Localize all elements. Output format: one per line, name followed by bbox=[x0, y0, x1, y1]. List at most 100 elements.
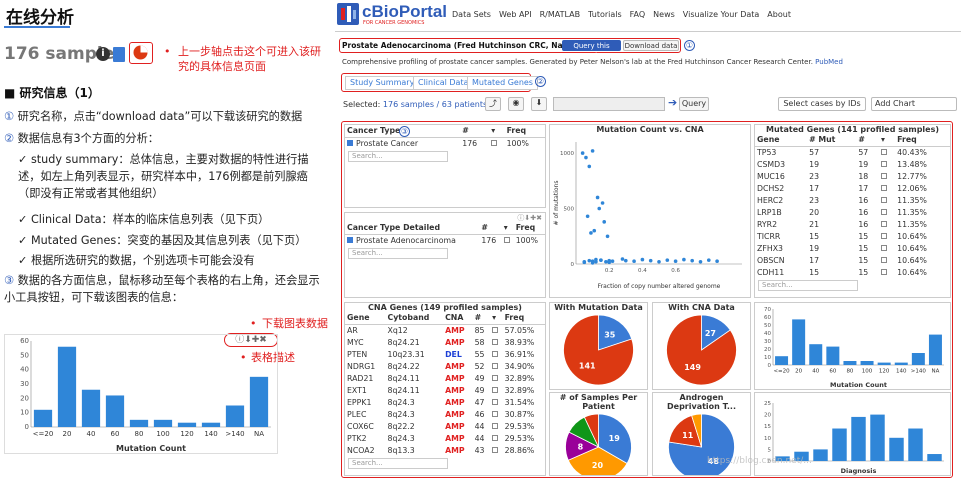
checkbox[interactable] bbox=[880, 256, 887, 263]
logo-text[interactable]: cBioPortal bbox=[362, 2, 447, 22]
arrow-right-icon[interactable]: ➔ bbox=[668, 96, 677, 109]
table-row[interactable]: PTK2 8q24.3 AMP 44 29.53% bbox=[345, 432, 545, 444]
table-row[interactable]: Prostate Cancer 176 100% bbox=[345, 137, 545, 149]
panel-tool-icons[interactable]: ⓘ⬇✚✖ bbox=[345, 213, 545, 222]
row-checkbox[interactable] bbox=[879, 158, 895, 170]
book-icon[interactable] bbox=[113, 47, 125, 62]
ct-header-2[interactable]: Freq bbox=[504, 125, 545, 138]
table-row[interactable]: PTEN 10q23.31 DEL 55 36.91% bbox=[345, 348, 545, 360]
checkbox[interactable] bbox=[880, 172, 887, 179]
mg-sort-icon[interactable]: ▾ bbox=[878, 134, 896, 147]
info-icon[interactable]: i bbox=[96, 47, 110, 61]
ctd-header-1[interactable]: # bbox=[479, 222, 502, 235]
nav-item-3[interactable]: Tutorials bbox=[588, 10, 622, 19]
row-checkbox[interactable] bbox=[879, 254, 895, 266]
row-checkbox[interactable] bbox=[489, 137, 504, 149]
tab-mutated-genes[interactable]: Mutated Genes bbox=[467, 76, 538, 90]
table-row[interactable]: TP53 57 57 40.43% bbox=[755, 146, 950, 158]
row-checkbox[interactable] bbox=[490, 348, 503, 360]
checkbox[interactable] bbox=[880, 220, 887, 227]
gene-query-input[interactable] bbox=[553, 97, 665, 111]
row-checkbox[interactable] bbox=[490, 360, 503, 372]
row-checkbox[interactable] bbox=[490, 324, 503, 336]
mg-header-3[interactable]: Freq bbox=[895, 134, 950, 147]
checkbox[interactable] bbox=[492, 362, 499, 369]
checkbox[interactable] bbox=[880, 184, 887, 191]
table-row[interactable]: MUC16 23 18 12.77% bbox=[755, 170, 950, 182]
table-row[interactable]: HERC2 23 16 11.35% bbox=[755, 194, 950, 206]
cna-header-4[interactable]: Freq bbox=[502, 312, 545, 325]
table-row[interactable]: EPPK1 8q24.3 AMP 47 31.54% bbox=[345, 396, 545, 408]
ctd-header-2[interactable]: Freq bbox=[513, 222, 545, 235]
cna-genes-search[interactable]: Search... bbox=[348, 458, 448, 469]
cancer-type-search[interactable]: Search... bbox=[348, 151, 448, 162]
mg-header-0[interactable]: Gene bbox=[755, 134, 808, 147]
ctd-header-0[interactable]: Cancer Type Detailed bbox=[345, 222, 480, 235]
cna-header-3[interactable]: # bbox=[472, 312, 491, 325]
row-checkbox[interactable] bbox=[879, 218, 895, 230]
nav-item-1[interactable]: Web API bbox=[499, 10, 532, 19]
row-checkbox[interactable] bbox=[490, 420, 503, 432]
row-checkbox[interactable] bbox=[502, 234, 514, 246]
tab-clinical-data[interactable]: Clinical Data bbox=[413, 76, 474, 90]
row-checkbox[interactable] bbox=[490, 384, 503, 396]
table-row[interactable]: NDRG1 8q24.22 AMP 52 34.90% bbox=[345, 360, 545, 372]
row-checkbox[interactable] bbox=[879, 230, 895, 242]
nav-item-6[interactable]: Visualize Your Data bbox=[683, 10, 760, 19]
row-checkbox[interactable] bbox=[879, 242, 895, 254]
checkbox[interactable] bbox=[492, 338, 499, 345]
checkbox[interactable] bbox=[492, 422, 499, 429]
ct-sort-icon[interactable]: ▾ bbox=[489, 125, 505, 138]
row-checkbox[interactable] bbox=[879, 170, 895, 182]
nav-item-4[interactable]: FAQ bbox=[630, 10, 646, 19]
mg-header-2[interactable]: # bbox=[856, 134, 879, 147]
cancer-type-detailed-search[interactable]: Search... bbox=[348, 248, 448, 259]
row-checkbox[interactable] bbox=[490, 432, 503, 444]
table-row[interactable]: OBSCN 17 15 10.64% bbox=[755, 254, 950, 266]
table-row[interactable]: PLEC 8q24.3 AMP 46 30.87% bbox=[345, 408, 545, 420]
row-checkbox[interactable] bbox=[490, 444, 503, 456]
row-checkbox[interactable] bbox=[879, 146, 895, 158]
table-row[interactable]: NCOA2 8q13.3 AMP 43 28.86% bbox=[345, 444, 545, 456]
table-row[interactable]: EXT1 8q24.11 AMP 49 32.89% bbox=[345, 384, 545, 396]
user-icon[interactable]: ◉ bbox=[508, 97, 524, 111]
checkbox[interactable] bbox=[880, 244, 887, 251]
nav-item-0[interactable]: Data Sets bbox=[452, 10, 491, 19]
table-row[interactable]: COX6C 8q22.2 AMP 44 29.53% bbox=[345, 420, 545, 432]
row-checkbox[interactable] bbox=[879, 182, 895, 194]
table-row[interactable]: TICRR 15 15 10.64% bbox=[755, 230, 950, 242]
row-checkbox[interactable] bbox=[879, 194, 895, 206]
select-cases-button[interactable]: Select cases by IDs bbox=[778, 97, 866, 111]
mutated-genes-search[interactable]: Search... bbox=[758, 280, 858, 291]
table-row[interactable]: RYR2 21 16 11.35% bbox=[755, 218, 950, 230]
checkbox[interactable] bbox=[492, 410, 499, 417]
cbioportal-logo-icon[interactable] bbox=[337, 3, 359, 25]
checkbox[interactable] bbox=[492, 386, 499, 393]
table-row[interactable]: Prostate Adenocarcinoma 176 100% bbox=[345, 234, 545, 246]
query-button[interactable]: Query bbox=[679, 97, 709, 111]
download-icon[interactable]: ⬇ bbox=[531, 97, 547, 111]
add-chart-select[interactable]: Add Chart bbox=[871, 97, 957, 111]
checkbox[interactable] bbox=[880, 196, 887, 203]
row-checkbox[interactable] bbox=[879, 206, 895, 218]
checkbox[interactable] bbox=[880, 232, 887, 239]
checkbox[interactable] bbox=[492, 434, 499, 441]
row-checkbox[interactable] bbox=[490, 336, 503, 348]
table-row[interactable]: LRP1B 20 16 11.35% bbox=[755, 206, 950, 218]
ctd-sort-icon[interactable]: ▾ bbox=[501, 222, 514, 235]
table-row[interactable]: RAD21 8q24.11 AMP 49 32.89% bbox=[345, 372, 545, 384]
download-data-button[interactable]: Download data bbox=[623, 40, 679, 51]
cna-sort-icon[interactable]: ▾ bbox=[490, 312, 503, 325]
pie-chart-icon-box[interactable] bbox=[129, 42, 153, 64]
row-checkbox[interactable] bbox=[490, 372, 503, 384]
cna-header-2[interactable]: CNA bbox=[443, 312, 473, 325]
row-checkbox[interactable] bbox=[490, 396, 503, 408]
checkbox[interactable] bbox=[491, 139, 498, 146]
row-checkbox[interactable] bbox=[879, 266, 895, 278]
table-row[interactable]: DCHS2 17 17 12.06% bbox=[755, 182, 950, 194]
share-icon[interactable]: ⤴ bbox=[485, 97, 501, 111]
checkbox[interactable] bbox=[880, 148, 887, 155]
table-row[interactable]: AR Xq12 AMP 85 57.05% bbox=[345, 324, 545, 336]
table-row[interactable]: CSMD3 19 19 13.48% bbox=[755, 158, 950, 170]
checkbox[interactable] bbox=[880, 208, 887, 215]
